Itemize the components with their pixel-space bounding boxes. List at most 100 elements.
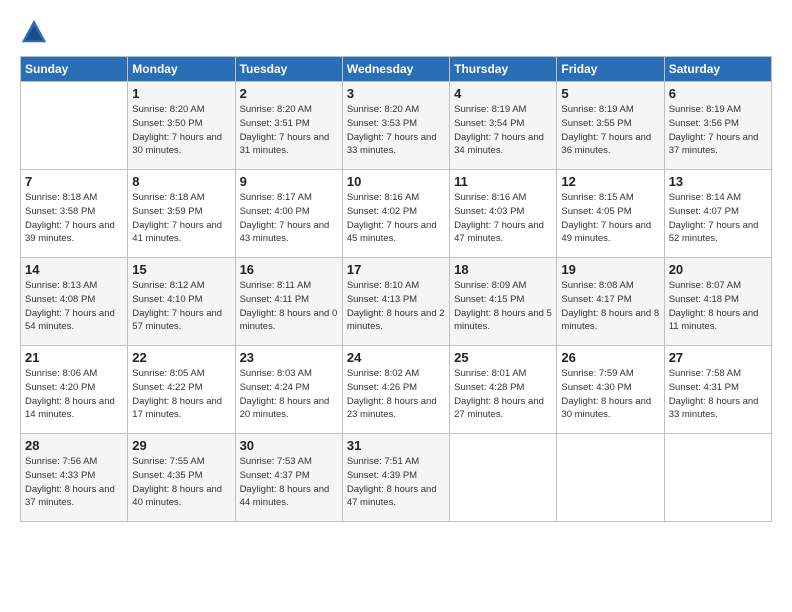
calendar-cell: 19 Sunrise: 8:08 AM Sunset: 4:17 PM Dayli… (557, 258, 664, 346)
calendar-week-row: 7 Sunrise: 8:18 AM Sunset: 3:58 PM Daylig… (21, 170, 772, 258)
day-info: Sunrise: 8:16 AM Sunset: 4:02 PM Dayligh… (347, 191, 445, 246)
calendar-cell: 13 Sunrise: 8:14 AM Sunset: 4:07 PM Dayli… (664, 170, 771, 258)
day-info: Sunrise: 7:51 AM Sunset: 4:39 PM Dayligh… (347, 455, 445, 510)
calendar-cell: 8 Sunrise: 8:18 AM Sunset: 3:59 PM Daylig… (128, 170, 235, 258)
day-number: 4 (454, 86, 552, 101)
day-number: 25 (454, 350, 552, 365)
calendar-cell (664, 434, 771, 522)
calendar-cell: 10Sunrise: 8:16 AM Sunset: 4:02 PM Dayli… (342, 170, 449, 258)
day-info: Sunrise: 8:20 AM Sunset: 3:53 PM Dayligh… (347, 103, 445, 158)
day-info: Sunrise: 8:20 AM Sunset: 3:51 PM Dayligh… (240, 103, 338, 158)
day-info: Sunrise: 8:16 AM Sunset: 4:03 PM Dayligh… (454, 191, 552, 246)
day-number: 11 (454, 174, 552, 189)
calendar-cell: 22Sunrise: 8:05 AM Sunset: 4:22 PM Dayli… (128, 346, 235, 434)
day-number: 20 (669, 262, 767, 277)
day-number: 8 (132, 174, 230, 189)
day-number: 26 (561, 350, 659, 365)
page: SundayMondayTuesdayWednesdayThursdayFrid… (0, 0, 792, 532)
day-info: Sunrise: 8:17 AM Sunset: 4:00 PM Dayligh… (240, 191, 338, 246)
calendar-cell: 26 Sunrise: 7:59 AM Sunset: 4:30 PM Dayli… (557, 346, 664, 434)
day-info: Sunrise: 8:15 AM Sunset: 4:05 PM Dayligh… (561, 191, 659, 246)
calendar-cell: 11 Sunrise: 8:16 AM Sunset: 4:03 PM Dayli… (450, 170, 557, 258)
calendar-week-row: 28 Sunrise: 7:56 AM Sunset: 4:33 PM Dayli… (21, 434, 772, 522)
calendar-cell: 18 Sunrise: 8:09 AM Sunset: 4:15 PM Dayli… (450, 258, 557, 346)
day-info: Sunrise: 7:56 AM Sunset: 4:33 PM Dayligh… (25, 455, 123, 510)
logo (20, 18, 50, 46)
weekday-header-friday: Friday (557, 57, 664, 82)
day-number: 28 (25, 438, 123, 453)
day-info: Sunrise: 8:14 AM Sunset: 4:07 PM Dayligh… (669, 191, 767, 246)
calendar-cell: 21 Sunrise: 8:06 AM Sunset: 4:20 PM Dayli… (21, 346, 128, 434)
day-info: Sunrise: 8:20 AM Sunset: 3:50 PM Dayligh… (132, 103, 230, 158)
weekday-header-saturday: Saturday (664, 57, 771, 82)
day-number: 31 (347, 438, 445, 453)
day-info: Sunrise: 8:18 AM Sunset: 3:59 PM Dayligh… (132, 191, 230, 246)
weekday-header-wednesday: Wednesday (342, 57, 449, 82)
day-number: 19 (561, 262, 659, 277)
day-info: Sunrise: 7:58 AM Sunset: 4:31 PM Dayligh… (669, 367, 767, 422)
day-info: Sunrise: 8:10 AM Sunset: 4:13 PM Dayligh… (347, 279, 445, 334)
calendar-cell: 20 Sunrise: 8:07 AM Sunset: 4:18 PM Dayli… (664, 258, 771, 346)
day-info: Sunrise: 7:53 AM Sunset: 4:37 PM Dayligh… (240, 455, 338, 510)
weekday-header-tuesday: Tuesday (235, 57, 342, 82)
calendar-cell: 14Sunrise: 8:13 AM Sunset: 4:08 PM Dayli… (21, 258, 128, 346)
day-number: 5 (561, 86, 659, 101)
header (20, 18, 772, 46)
calendar-cell: 25 Sunrise: 8:01 AM Sunset: 4:28 PM Dayli… (450, 346, 557, 434)
calendar-cell: 27 Sunrise: 7:58 AM Sunset: 4:31 PM Dayli… (664, 346, 771, 434)
day-number: 2 (240, 86, 338, 101)
day-info: Sunrise: 8:19 AM Sunset: 3:54 PM Dayligh… (454, 103, 552, 158)
day-number: 3 (347, 86, 445, 101)
day-number: 18 (454, 262, 552, 277)
day-info: Sunrise: 8:19 AM Sunset: 3:55 PM Dayligh… (561, 103, 659, 158)
calendar-week-row: 21 Sunrise: 8:06 AM Sunset: 4:20 PM Dayli… (21, 346, 772, 434)
day-number: 27 (669, 350, 767, 365)
day-info: Sunrise: 8:09 AM Sunset: 4:15 PM Dayligh… (454, 279, 552, 334)
day-info: Sunrise: 8:02 AM Sunset: 4:26 PM Dayligh… (347, 367, 445, 422)
calendar-cell: 6 Sunrise: 8:19 AM Sunset: 3:56 PM Daylig… (664, 82, 771, 170)
day-info: Sunrise: 8:07 AM Sunset: 4:18 PM Dayligh… (669, 279, 767, 334)
day-info: Sunrise: 7:59 AM Sunset: 4:30 PM Dayligh… (561, 367, 659, 422)
day-number: 22 (132, 350, 230, 365)
calendar-cell: 7 Sunrise: 8:18 AM Sunset: 3:58 PM Daylig… (21, 170, 128, 258)
day-number: 9 (240, 174, 338, 189)
calendar-cell: 12Sunrise: 8:15 AM Sunset: 4:05 PM Dayli… (557, 170, 664, 258)
day-number: 13 (669, 174, 767, 189)
calendar-cell: 17 Sunrise: 8:10 AM Sunset: 4:13 PM Dayli… (342, 258, 449, 346)
day-number: 15 (132, 262, 230, 277)
day-number: 6 (669, 86, 767, 101)
day-number: 23 (240, 350, 338, 365)
day-info: Sunrise: 8:11 AM Sunset: 4:11 PM Dayligh… (240, 279, 338, 334)
calendar-cell: 31 Sunrise: 7:51 AM Sunset: 4:39 PM Dayli… (342, 434, 449, 522)
calendar-cell (21, 82, 128, 170)
calendar-cell: 15 Sunrise: 8:12 AM Sunset: 4:10 PM Dayli… (128, 258, 235, 346)
day-number: 21 (25, 350, 123, 365)
calendar-cell: 5 Sunrise: 8:19 AM Sunset: 3:55 PM Daylig… (557, 82, 664, 170)
day-info: Sunrise: 8:18 AM Sunset: 3:58 PM Dayligh… (25, 191, 123, 246)
day-info: Sunrise: 8:12 AM Sunset: 4:10 PM Dayligh… (132, 279, 230, 334)
day-info: Sunrise: 8:06 AM Sunset: 4:20 PM Dayligh… (25, 367, 123, 422)
day-info: Sunrise: 8:19 AM Sunset: 3:56 PM Dayligh… (669, 103, 767, 158)
day-info: Sunrise: 7:55 AM Sunset: 4:35 PM Dayligh… (132, 455, 230, 510)
day-number: 29 (132, 438, 230, 453)
day-info: Sunrise: 8:03 AM Sunset: 4:24 PM Dayligh… (240, 367, 338, 422)
calendar-cell: 30 Sunrise: 7:53 AM Sunset: 4:37 PM Dayli… (235, 434, 342, 522)
calendar-cell: 2 Sunrise: 8:20 AM Sunset: 3:51 PM Daylig… (235, 82, 342, 170)
day-number: 17 (347, 262, 445, 277)
day-number: 30 (240, 438, 338, 453)
weekday-header-thursday: Thursday (450, 57, 557, 82)
day-info: Sunrise: 8:08 AM Sunset: 4:17 PM Dayligh… (561, 279, 659, 334)
calendar-cell: 29 Sunrise: 7:55 AM Sunset: 4:35 PM Dayli… (128, 434, 235, 522)
day-info: Sunrise: 8:01 AM Sunset: 4:28 PM Dayligh… (454, 367, 552, 422)
day-number: 1 (132, 86, 230, 101)
day-number: 7 (25, 174, 123, 189)
calendar-cell: 28 Sunrise: 7:56 AM Sunset: 4:33 PM Dayli… (21, 434, 128, 522)
logo-icon (20, 18, 48, 46)
calendar-week-row: 1 Sunrise: 8:20 AM Sunset: 3:50 PM Daylig… (21, 82, 772, 170)
calendar-cell: 16Sunrise: 8:11 AM Sunset: 4:11 PM Dayli… (235, 258, 342, 346)
weekday-header-sunday: Sunday (21, 57, 128, 82)
day-number: 14 (25, 262, 123, 277)
day-number: 24 (347, 350, 445, 365)
calendar-cell: 24 Sunrise: 8:02 AM Sunset: 4:26 PM Dayli… (342, 346, 449, 434)
calendar-table: SundayMondayTuesdayWednesdayThursdayFrid… (20, 56, 772, 522)
